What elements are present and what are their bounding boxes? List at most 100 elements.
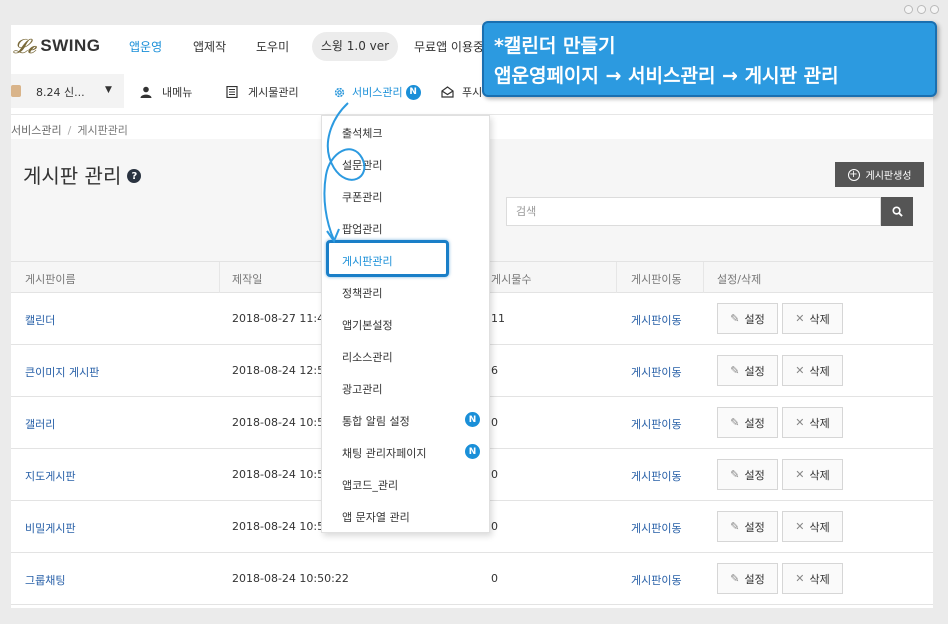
dropdown-item-board-management[interactable]: 게시판관리 [322, 244, 489, 276]
dropdown-item-coupon[interactable]: 쿠폰관리 [322, 180, 489, 212]
board-name-link[interactable]: 그룹채팅 [25, 572, 65, 588]
new-badge: N [405, 84, 421, 100]
column-header-count: 게시물수 [491, 273, 532, 286]
dropdown-item-popup[interactable]: 팝업관리 [322, 212, 489, 244]
top-nav-help[interactable]: 도우미 [256, 38, 289, 55]
dropdown-item-chat-admin[interactable]: 채팅 관리자페이지 N [322, 436, 489, 468]
delete-button[interactable]: ✕ 삭제 [782, 355, 843, 386]
dropdown-item-ads[interactable]: 광고관리 [322, 372, 489, 404]
edit-button[interactable]: ✎ 설정 [717, 511, 778, 542]
board-move-link[interactable]: 게시판이동 [631, 312, 682, 328]
dropdown-item-survey[interactable]: 설문관리 [322, 148, 489, 180]
dropdown-item-label: 팝업관리 [342, 223, 383, 236]
pencil-icon: ✎ [730, 364, 740, 377]
search-icon [891, 206, 903, 217]
column-divider [703, 262, 704, 293]
edit-label: 설정 [744, 520, 765, 534]
dropdown-item-label: 출석체크 [342, 127, 383, 140]
board-name-link[interactable]: 갤러리 [25, 416, 55, 432]
delete-button[interactable]: ✕ 삭제 [782, 563, 843, 594]
edit-button[interactable]: ✎ 설정 [717, 355, 778, 386]
close-icon: ✕ [795, 312, 805, 325]
board-created-date: 2018-08-24 10:50: [232, 520, 335, 533]
project-selector[interactable]: 8.24 신... ▼ [11, 74, 124, 108]
project-avatar [11, 85, 21, 97]
dropdown-item-label: 앱코드_관리 [342, 479, 399, 492]
board-created-date: 2018-08-24 12:58: [232, 364, 335, 377]
pencil-icon: ✎ [730, 312, 740, 325]
swing-logo[interactable]: 𝓛𝓮 SWING [13, 36, 100, 56]
edit-button[interactable]: ✎ 설정 [717, 459, 778, 490]
dropdown-item-notifications[interactable]: 통합 알림 설정 N [322, 404, 489, 436]
board-created-date: 2018-08-24 10:50: [232, 468, 335, 481]
board-move-link[interactable]: 게시판이동 [631, 416, 682, 432]
breadcrumb-parent[interactable]: 서비스관리 [11, 124, 62, 137]
dropdown-item-policy[interactable]: 정책관리 [322, 276, 489, 308]
board-move-link[interactable]: 게시판이동 [631, 520, 682, 536]
subnav-item-label: 내메뉴 [162, 86, 193, 99]
edit-button[interactable]: ✎ 설정 [717, 407, 778, 438]
subnav-item-label: 서비스관리 [352, 86, 403, 99]
search-button[interactable] [881, 197, 913, 226]
delete-label: 삭제 [809, 468, 830, 482]
board-move-link[interactable]: 게시판이동 [631, 572, 682, 588]
board-post-count: 0 [491, 520, 498, 533]
board-name-link[interactable]: 비밀게시판 [25, 520, 76, 536]
delete-button[interactable]: ✕ 삭제 [782, 407, 843, 438]
user-icon [139, 85, 153, 99]
free-app-link[interactable]: 무료앱 이용중 [414, 38, 484, 55]
top-nav-app-builder[interactable]: 앱제작 [193, 38, 226, 55]
window-dot-icon[interactable] [930, 5, 939, 14]
pencil-icon: ✎ [730, 520, 740, 533]
dropdown-item-app-code[interactable]: 앱코드_관리 [322, 468, 489, 500]
app-window: 𝓛𝓮 SWING 앱운영 앱제작 도우미 스윙 1.0 ver 무료앱 이용중 … [11, 25, 933, 608]
callout-title: *캘린더 만들기 [494, 35, 616, 57]
board-name-link[interactable]: 큰이미지 게시판 [25, 364, 99, 380]
window-dot-icon[interactable] [904, 5, 913, 14]
version-pill[interactable]: 스윙 1.0 ver [312, 32, 398, 61]
page-title-text: 게시판 관리 [23, 164, 122, 188]
help-icon[interactable]: ? [127, 169, 142, 183]
subnav-item-push[interactable]: 푸시 [440, 84, 482, 100]
board-name-link[interactable]: 캘린더 [25, 312, 55, 328]
column-divider [616, 262, 617, 293]
dropdown-item-attendance[interactable]: 출석체크 [322, 116, 489, 148]
board-name-link[interactable]: 지도게시판 [25, 468, 76, 484]
breadcrumb: 서비스관리 / 게시판관리 [11, 122, 128, 138]
close-icon: ✕ [795, 520, 805, 533]
delete-label: 삭제 [809, 364, 830, 378]
board-move-link[interactable]: 게시판이동 [631, 364, 682, 380]
window-dot-icon[interactable] [917, 5, 926, 14]
edit-button[interactable]: ✎ 설정 [717, 303, 778, 334]
dropdown-item-label: 통합 알림 설정 [342, 415, 410, 428]
dropdown-item-label: 광고관리 [342, 383, 383, 396]
board-move-link[interactable]: 게시판이동 [631, 468, 682, 484]
dropdown-item-resources[interactable]: 리소스관리 [322, 340, 489, 372]
envelope-icon [440, 85, 454, 99]
subnav-item-my-menu[interactable]: 내메뉴 [139, 84, 192, 100]
board-post-count: 11 [491, 312, 505, 325]
column-header-move: 게시판이동 [631, 273, 682, 286]
search-input[interactable] [506, 197, 881, 226]
board-post-count: 6 [491, 364, 498, 377]
delete-button[interactable]: ✕ 삭제 [782, 303, 843, 334]
subnav-item-posts[interactable]: 게시물관리 [225, 84, 299, 100]
edit-button[interactable]: ✎ 설정 [717, 563, 778, 594]
subnav-item-service[interactable]: 서비스관리 N [332, 84, 421, 100]
top-nav-app-operation[interactable]: 앱운영 [129, 38, 162, 55]
dropdown-item-app-strings[interactable]: 앱 문자열 관리 [322, 500, 489, 532]
close-icon: ✕ [795, 572, 805, 585]
dropdown-item-label: 채팅 관리자페이지 [342, 447, 427, 460]
column-divider [219, 262, 220, 293]
document-icon [225, 85, 239, 99]
page-title: 게시판 관리 ? [23, 160, 142, 189]
create-board-button[interactable]: + 게시판생성 [835, 162, 924, 187]
close-icon: ✕ [795, 364, 805, 377]
edit-label: 설정 [744, 364, 765, 378]
delete-button[interactable]: ✕ 삭제 [782, 511, 843, 542]
edit-label: 설정 [744, 416, 765, 430]
plus-circle-icon: + [847, 168, 860, 181]
delete-button[interactable]: ✕ 삭제 [782, 459, 843, 490]
subnav-item-label: 게시물관리 [248, 86, 299, 99]
dropdown-item-app-settings[interactable]: 앱기본설정 [322, 308, 489, 340]
